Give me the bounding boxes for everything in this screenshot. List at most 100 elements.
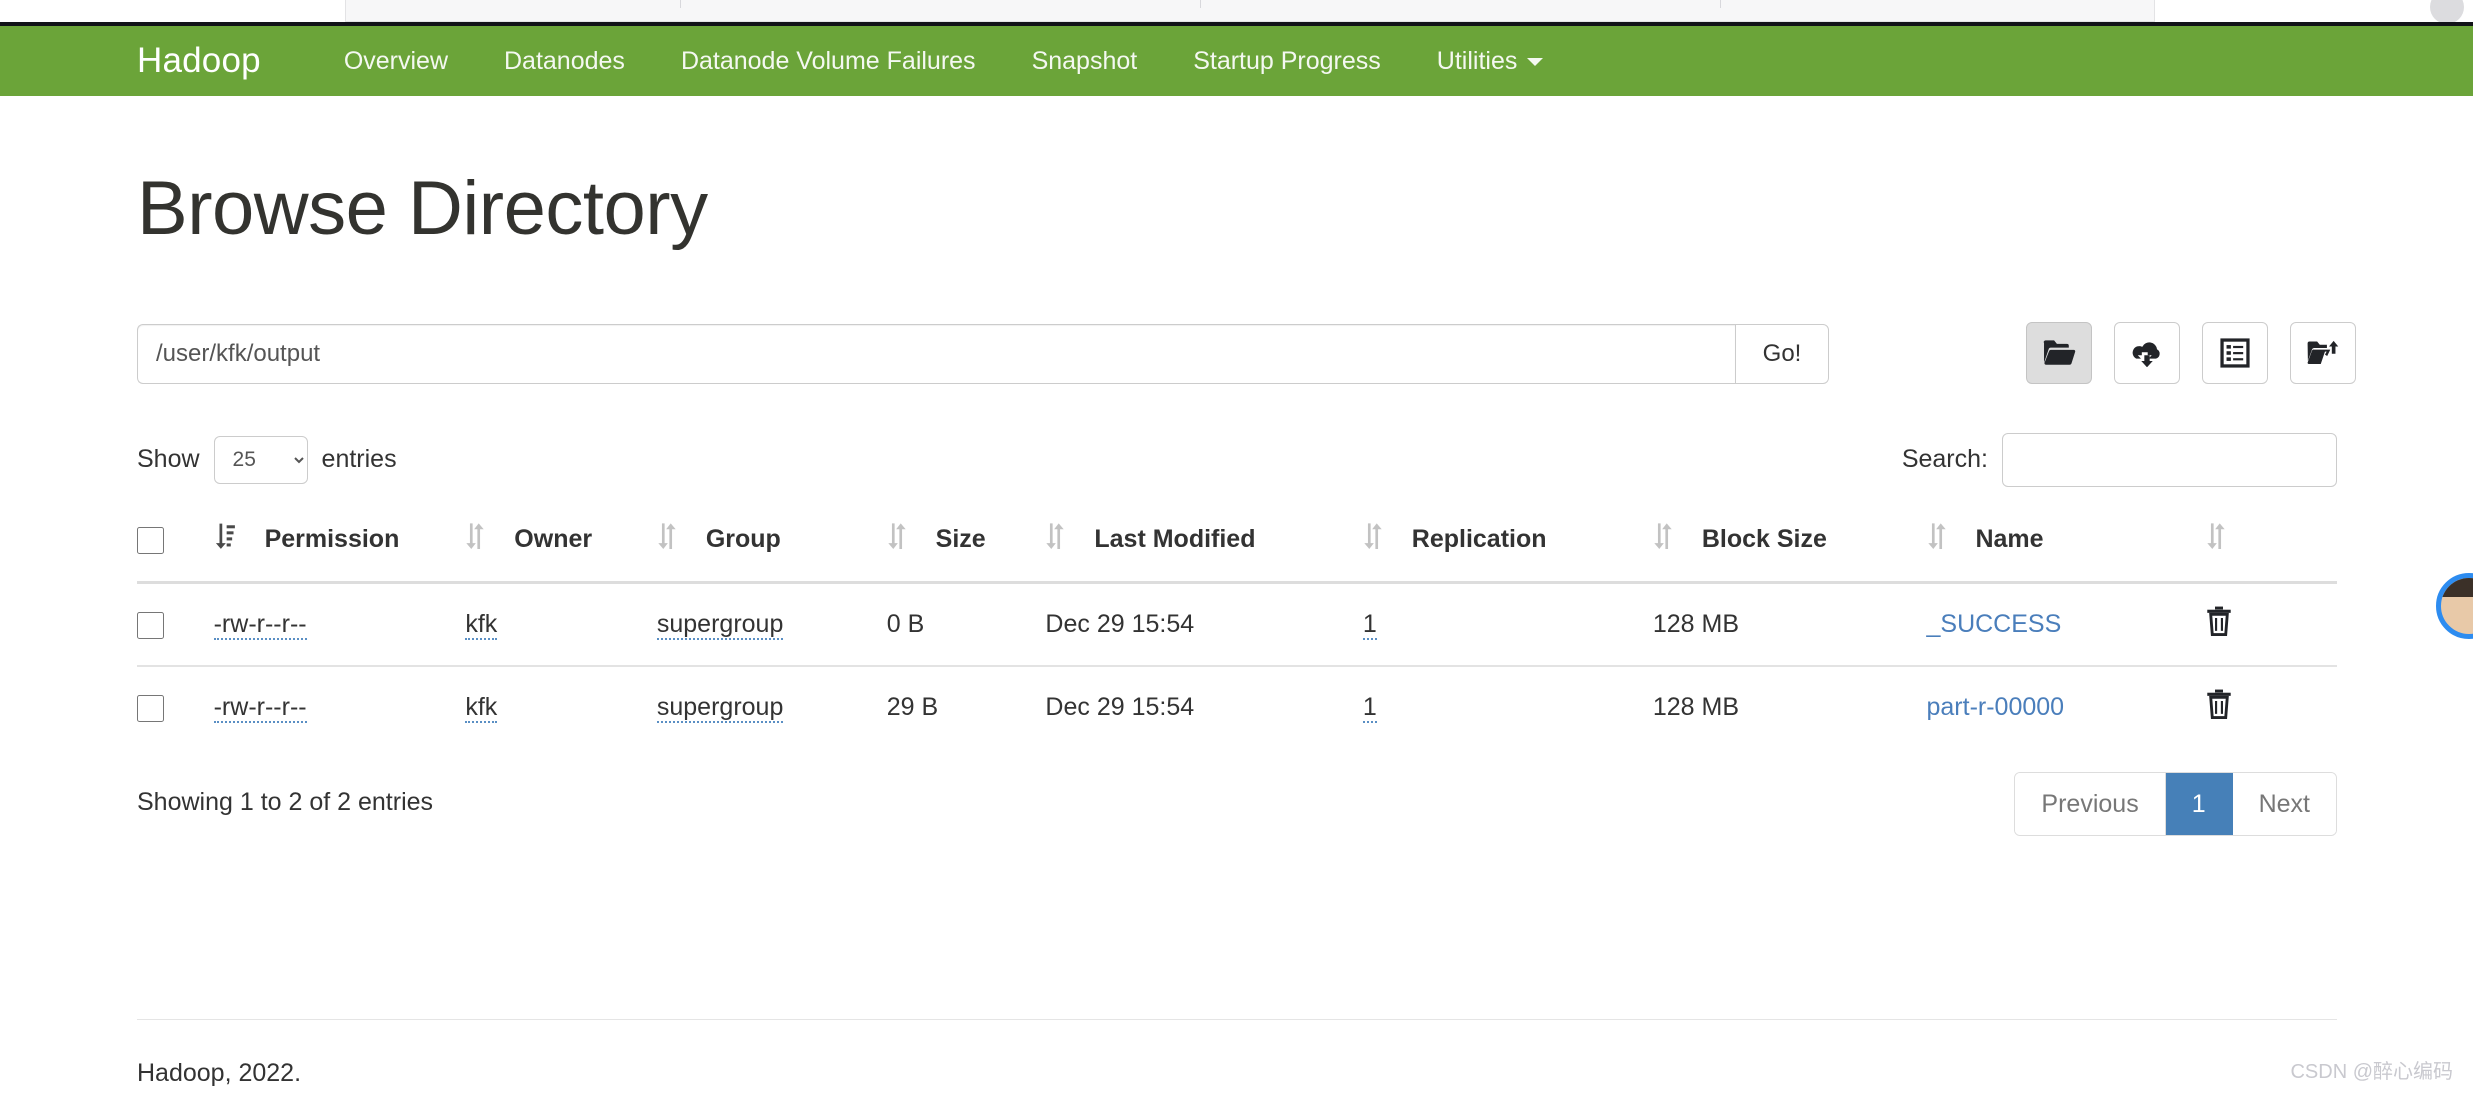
replication-link[interactable]: 1 <box>1362 609 1377 640</box>
tab-separator <box>1200 0 1201 8</box>
pagination-next[interactable]: Next <box>2232 772 2336 835</box>
nav-link-datanodes[interactable]: Datanodes <box>476 47 653 76</box>
footer-text: Hadoop, 2022. <box>137 1059 302 1087</box>
nav-link-datanode-volume-failures[interactable]: Datanode Volume Failures <box>653 47 1004 76</box>
row-checkbox[interactable] <box>137 694 164 722</box>
chevron-down-icon <box>1527 57 1544 66</box>
header-owner-label: Owner <box>514 524 593 553</box>
row-checkbox[interactable] <box>137 611 164 639</box>
nav-link-snapshot[interactable]: Snapshot <box>1004 47 1166 76</box>
row-select-cell[interactable] <box>137 582 214 667</box>
cell-block-size: 128 MB <box>1652 582 1927 667</box>
main-navbar: Hadoop Overview Datanodes Datanode Volum… <box>0 26 2473 96</box>
tab-separator <box>680 0 681 8</box>
content-wrapper: Browse Directory Go! <box>137 96 2356 844</box>
cell-actions <box>2205 582 2337 667</box>
header-select-all[interactable] <box>137 521 214 584</box>
path-input[interactable] <box>137 323 1735 384</box>
sort-icon <box>2206 522 2226 557</box>
create-directory-button[interactable] <box>2290 321 2356 384</box>
main-container: Browse Directory Go! <box>0 96 2473 1096</box>
folder-open-button[interactable] <box>2026 321 2092 384</box>
group-link[interactable]: supergroup <box>656 692 784 723</box>
header-group-label: Group <box>705 524 781 553</box>
clipboard-list-icon <box>2220 338 2250 368</box>
search-input[interactable] <box>2002 432 2337 487</box>
browser-tab-bar <box>345 0 2155 22</box>
cell-block-size: 128 MB <box>1652 692 1740 721</box>
nav-link-utilities[interactable]: Utilities <box>1409 47 1572 76</box>
brand-logo[interactable]: Hadoop <box>137 41 261 81</box>
sort-icon <box>657 522 677 557</box>
upload-file-button[interactable] <box>2114 321 2180 384</box>
trash-icon <box>2206 606 2232 639</box>
nav-link-startup-progress[interactable]: Startup Progress <box>1165 47 1409 76</box>
cell-replication: 1 <box>1362 666 1653 748</box>
sort-icon <box>1363 522 1383 557</box>
cell-name: _SUCCESS <box>1926 582 2206 667</box>
cell-last-modified: Dec 29 15:54 <box>1045 582 1363 667</box>
header-size[interactable]: Size <box>886 521 1046 584</box>
row-select-cell[interactable] <box>137 666 214 748</box>
sort-icon <box>1045 522 1065 557</box>
folder-upload-icon <box>2306 339 2340 367</box>
cell-last-modified: Dec 29 15:54 <box>1045 692 1195 721</box>
delete-file-button[interactable] <box>2206 689 2232 722</box>
header-name[interactable]: Name <box>1926 521 2206 584</box>
cell-permission: -rw-r--r-- <box>213 666 466 748</box>
header-group[interactable]: Group <box>656 521 887 584</box>
delete-file-button[interactable] <box>2206 606 2232 639</box>
replication-link[interactable]: 1 <box>1362 692 1377 723</box>
header-replication[interactable]: Replication <box>1362 521 1653 584</box>
search-label: Search: <box>1901 445 1988 474</box>
header-size-label: Size <box>935 524 986 553</box>
cell-permission: -rw-r--r-- <box>213 582 466 667</box>
header-actions[interactable] <box>2205 521 2337 584</box>
permission-link[interactable]: -rw-r--r-- <box>213 692 307 723</box>
browser-profile-avatar[interactable] <box>2430 0 2464 24</box>
header-owner[interactable]: Owner <box>465 521 657 584</box>
header-block-size[interactable]: Block Size <box>1652 521 1927 584</box>
table-row: -rw-r--r-- kfk supergroup 29 B Dec 29 15… <box>137 666 2337 748</box>
file-name-link[interactable]: part-r-00000 <box>1927 693 2065 721</box>
select-all-checkbox[interactable] <box>137 526 164 554</box>
owner-link[interactable]: kfk <box>465 692 498 723</box>
watermark: CSDN @醉心编码 <box>2290 1061 2453 1083</box>
pagination-previous[interactable]: Previous <box>2015 772 2166 835</box>
sort-amount-icon <box>214 522 236 557</box>
header-replication-label: Replication <box>1411 524 1547 553</box>
browser-chrome-strip <box>0 0 2473 26</box>
table-body: -rw-r--r-- kfk supergroup 0 B Dec 29 15:… <box>137 582 2337 748</box>
tab-separator <box>1720 0 1721 8</box>
show-label: Show <box>137 445 200 474</box>
nav-link-overview[interactable]: Overview <box>316 47 476 76</box>
cell-owner: kfk <box>465 582 657 667</box>
folder-open-icon <box>2042 339 2076 367</box>
header-permission[interactable]: Permission <box>213 521 466 584</box>
table-controls: Show 25 entries Search: <box>137 432 2337 488</box>
go-button[interactable]: Go! <box>1735 323 1829 384</box>
cut-paste-button[interactable] <box>2202 321 2268 384</box>
trash-icon <box>2206 689 2232 722</box>
permission-link[interactable]: -rw-r--r-- <box>213 609 307 640</box>
file-name-link[interactable]: _SUCCESS <box>1927 610 2062 638</box>
cell-group: supergroup <box>656 582 887 667</box>
cell-name: part-r-00000 <box>1927 666 2206 748</box>
table-row: -rw-r--r-- kfk supergroup 0 B Dec 29 15:… <box>137 582 2337 667</box>
table-header: Permission Owner Group Size Last Modifie… <box>137 521 2337 584</box>
path-toolbar <box>2026 321 2378 384</box>
entries-per-page-select[interactable]: 25 <box>213 435 308 484</box>
cloud-upload-icon <box>2130 339 2164 367</box>
path-bar-row: Go! <box>137 321 2356 384</box>
group-link[interactable]: supergroup <box>656 609 784 640</box>
header-block-size-label: Block Size <box>1701 524 1827 553</box>
sort-icon <box>887 522 907 557</box>
header-last-modified-label: Last Modified <box>1094 524 1256 553</box>
page-title: Browse Directory <box>137 166 708 251</box>
header-last-modified[interactable]: Last Modified <box>1045 521 1363 584</box>
owner-link[interactable]: kfk <box>465 609 498 640</box>
cell-actions <box>2206 666 2337 748</box>
cell-group: supergroup <box>656 666 887 748</box>
avatar-hair <box>2441 578 2473 598</box>
pagination-page-1[interactable]: 1 <box>2165 772 2233 835</box>
